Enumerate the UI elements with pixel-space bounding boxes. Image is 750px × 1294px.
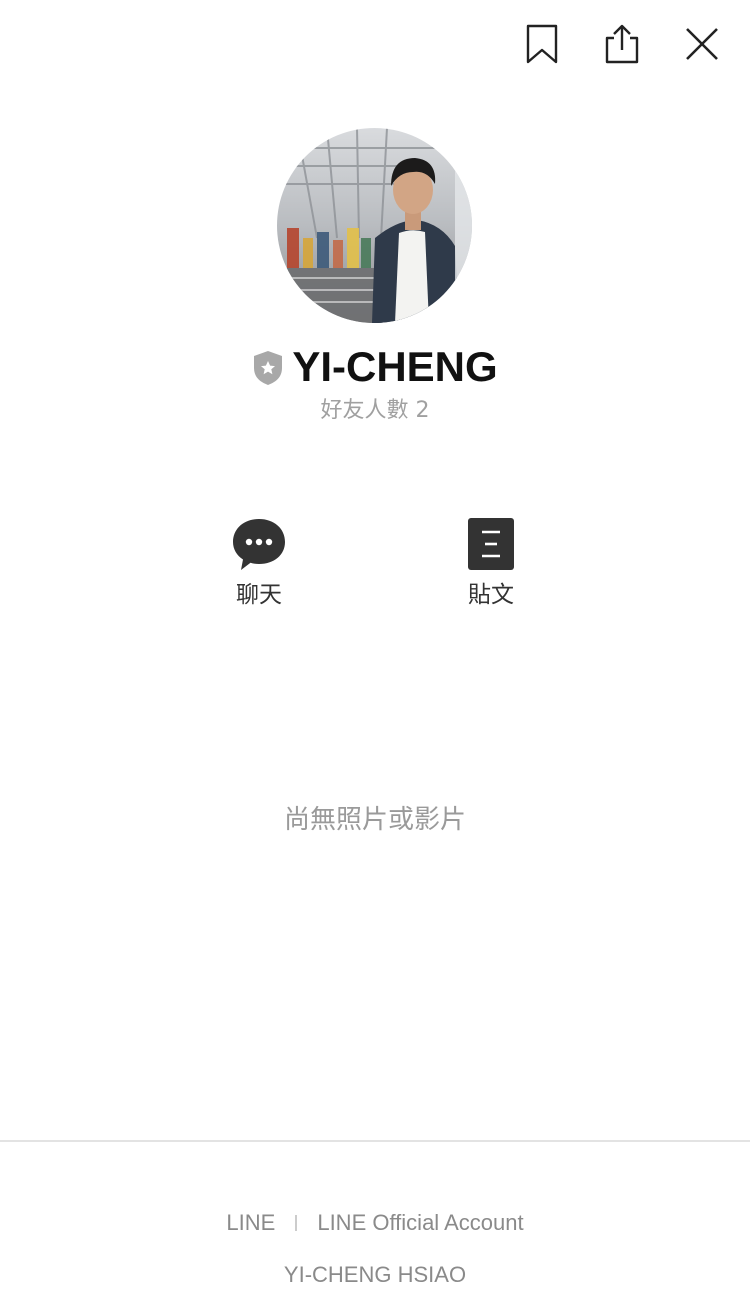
footer-divider [0,1140,750,1142]
close-icon [686,28,718,60]
empty-media-message: 尚無照片或影片 [283,805,466,835]
chat-button[interactable]: 聊天 [199,516,319,610]
footer-link-official-account[interactable]: LINE Official Account [317,1206,523,1240]
posts-label: 貼文 [468,582,514,608]
chat-label: 聊天 [236,582,282,608]
profile-name-row: YI-CHENG [0,342,750,392]
bookmark-icon [526,24,558,64]
share-icon [605,24,639,64]
footer-links: LINE LINE Official Account [0,1206,750,1240]
bookmark-button[interactable] [518,20,566,68]
footer-separator [295,1215,298,1231]
footer-link-line[interactable]: LINE [226,1206,275,1240]
chat-bubble-icon [233,519,285,570]
post-document-icon [468,518,514,570]
avatar-photo [277,128,472,323]
close-button[interactable] [678,20,726,68]
profile-page: YI-CHENG 好友人數 2 聊天 貼文 尚無照片或影片 LINE LINE … [0,0,750,1294]
shield-star-icon [254,351,283,385]
profile-name: YI-CHENG [292,343,498,390]
posts-button[interactable]: 貼文 [431,516,551,610]
share-button[interactable] [598,20,646,68]
avatar[interactable] [277,128,472,323]
friends-count: 好友人數 2 [320,398,430,423]
footer-owner-name: YI-CHENG HSIAO [283,1262,467,1287]
